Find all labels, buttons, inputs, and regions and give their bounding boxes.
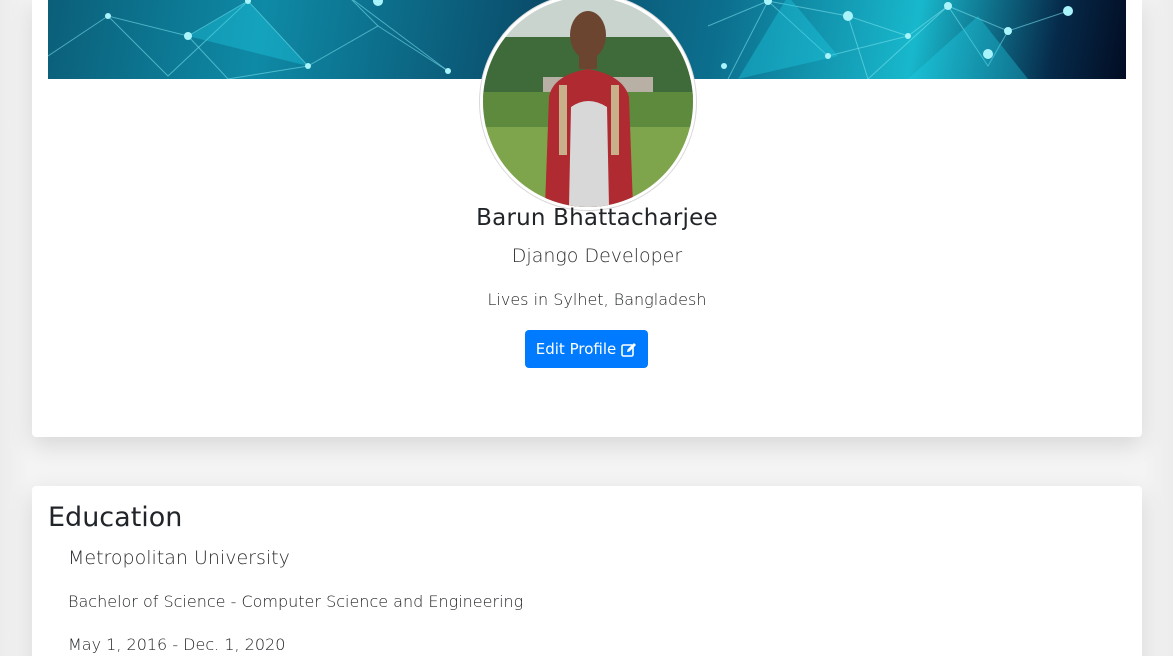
education-card: Education Metropolitan University Bachel… [32, 486, 1142, 656]
education-heading: Education [48, 502, 183, 533]
education-school: Metropolitan University [68, 547, 290, 569]
profile-title: Django Developer [511, 245, 683, 267]
profile-page: Barun Bhattacharjee Django Developer Liv… [0, 0, 1173, 656]
education-degree: Bachelor of Science - Computer Science a… [68, 592, 524, 611]
profile-location: Lives in Sylhet, Bangladesh [487, 290, 707, 309]
avatar [480, 0, 696, 210]
profile-name: Barun Bhattacharjee [476, 205, 718, 231]
profile-card: Barun Bhattacharjee Django Developer Liv… [32, 0, 1142, 437]
education-dates: May 1, 2016 - Dec. 1, 2020 [68, 635, 286, 654]
edit-icon [621, 342, 637, 357]
edit-profile-button[interactable]: Edit Profile [525, 330, 648, 368]
edit-profile-label: Edit Profile [535, 340, 617, 358]
